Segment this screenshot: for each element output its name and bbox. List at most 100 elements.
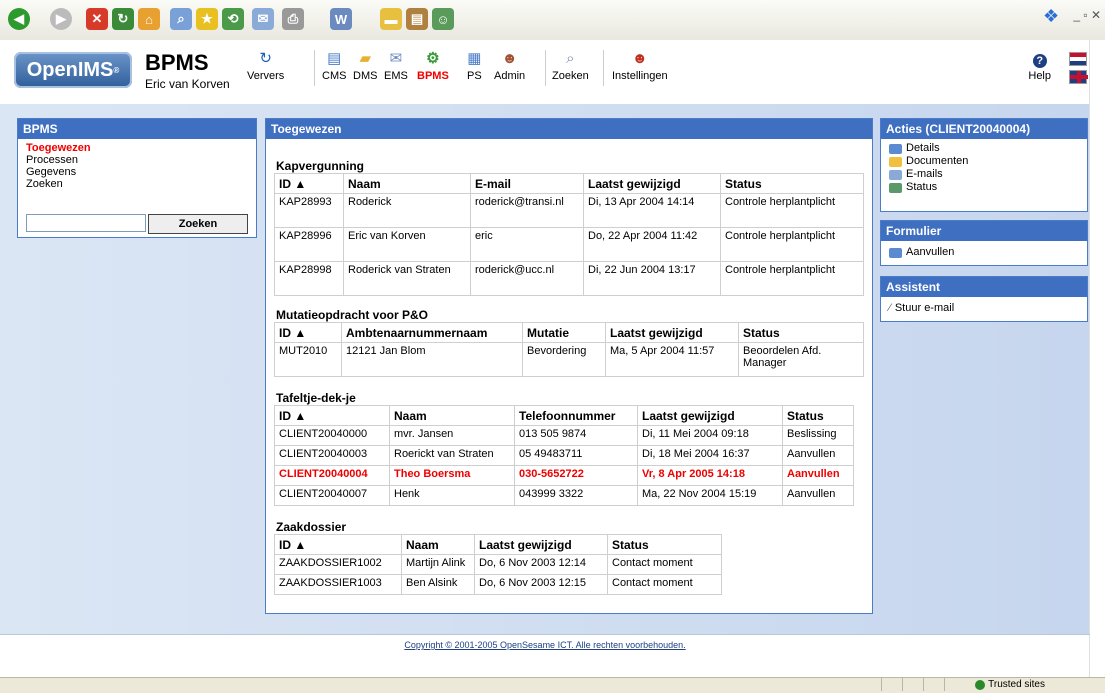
status-panels bbox=[881, 678, 965, 693]
table-row[interactable]: KAP28998 Roderick van Straten roderick@u… bbox=[274, 261, 864, 296]
table-row[interactable]: CLIENT20040000 mvr. Jansen 013 505 9874 … bbox=[274, 425, 854, 446]
column-header-laatst-gewijzigd[interactable]: Laatst gewijzigd bbox=[474, 534, 608, 555]
column-header-naam[interactable]: Naam bbox=[401, 534, 475, 555]
column-header-laatst-gewijzigd[interactable]: Laatst gewijzigd bbox=[637, 405, 783, 426]
kapvergunning-table: ID ▲ Naam E-mail Laatst gewijzigd Status… bbox=[274, 173, 864, 296]
toolbar-admin[interactable]: ☻ Admin bbox=[494, 50, 525, 82]
print-icon[interactable]: ⎙ bbox=[282, 8, 304, 30]
column-header-naam[interactable]: Naam bbox=[389, 405, 515, 426]
action-stuur-email[interactable]: ⁄ Stuur e-mail bbox=[881, 302, 1087, 315]
scrollbar[interactable] bbox=[1089, 40, 1105, 680]
cell-naam: Roerickt van Straten bbox=[389, 445, 515, 466]
window-controls-icon[interactable]: _ ▫ ✕ bbox=[1073, 8, 1101, 22]
current-user: Eric van Korven bbox=[145, 77, 230, 91]
sidebar-item-gegevens[interactable]: Gegevens bbox=[18, 166, 256, 178]
uk-flag-icon[interactable] bbox=[1069, 70, 1088, 84]
cms-icon: ▤ bbox=[327, 50, 342, 67]
refresh-page-icon[interactable]: ↻ bbox=[112, 8, 134, 30]
toolbar-ps[interactable]: ▦ PS bbox=[467, 50, 482, 82]
ps-icon: ▦ bbox=[467, 50, 482, 67]
stop-icon[interactable]: ✕ bbox=[86, 8, 108, 30]
column-header-status[interactable]: Status bbox=[607, 534, 722, 555]
search-icon: ⌕ bbox=[566, 50, 575, 67]
cell-naam: Ben Alsink bbox=[401, 574, 475, 595]
column-header-id[interactable]: ID ▲ bbox=[274, 534, 402, 555]
table-row[interactable]: CLIENT20040007 Henk 043999 3322 Ma, 22 N… bbox=[274, 485, 854, 506]
formulier-panel: Formulier Aanvullen bbox=[880, 220, 1088, 266]
language-switch[interactable] bbox=[1069, 52, 1088, 84]
sidebar-item-toegewezen[interactable]: Toegewezen bbox=[18, 142, 256, 154]
cell-status: Contact moment bbox=[607, 554, 722, 575]
table-row[interactable]: ZAAKDOSSIER1003 Ben Alsink Do, 6 Nov 200… bbox=[274, 574, 722, 595]
cell-naam: Roderick bbox=[343, 193, 471, 228]
action-emails[interactable]: E-mails bbox=[881, 168, 1087, 181]
column-header-laatst-gewijzigd[interactable]: Laatst gewijzigd bbox=[583, 173, 721, 194]
action-aanvullen[interactable]: Aanvullen bbox=[881, 246, 1087, 259]
toolbar-instellingen[interactable]: ☻ Instellingen bbox=[612, 50, 668, 82]
action-status[interactable]: Status bbox=[881, 181, 1087, 194]
toolbar-dms[interactable]: ▰ DMS bbox=[353, 50, 377, 82]
cell-naam: Roderick van Straten bbox=[343, 261, 471, 296]
table-row[interactable]: ZAAKDOSSIER1002 Martijn Alink Do, 6 Nov … bbox=[274, 554, 722, 575]
toolbar-ververs[interactable]: ↻ Ververs bbox=[247, 50, 284, 82]
cell-telefoon: 013 505 9874 bbox=[514, 425, 638, 446]
mutatie-table: ID ▲ Ambtenaarnummernaam Mutatie Laatst … bbox=[274, 322, 864, 377]
action-details[interactable]: Details bbox=[881, 142, 1087, 155]
column-header-status[interactable]: Status bbox=[720, 173, 864, 194]
column-header-status[interactable]: Status bbox=[782, 405, 854, 426]
column-header-id[interactable]: ID ▲ bbox=[274, 322, 342, 343]
toolbar-zoeken[interactable]: ⌕ Zoeken bbox=[552, 50, 589, 82]
toolbar-bpms[interactable]: ⚙ BPMS bbox=[417, 50, 449, 82]
research-icon[interactable]: ▤ bbox=[406, 8, 428, 30]
favorites-icon[interactable]: ★ bbox=[196, 8, 218, 30]
refresh-icon: ↻ bbox=[259, 50, 272, 67]
status-panel bbox=[944, 678, 965, 691]
footer-copyright[interactable]: Copyright © 2001-2005 OpenSesame ICT. Al… bbox=[0, 640, 1090, 650]
magnifier-icon[interactable]: ⌕ bbox=[170, 8, 192, 30]
cell-ambtenaar: 12121 Jan Blom bbox=[341, 342, 523, 377]
table-row[interactable]: KAP28993 Roderick roderick@transi.nl Di,… bbox=[274, 193, 864, 228]
cell-date: Do, 22 Apr 2004 11:42 bbox=[583, 227, 721, 262]
home-icon[interactable]: ⌂ bbox=[138, 8, 160, 30]
help-button[interactable]: ? Help bbox=[1028, 54, 1051, 82]
cell-naam: Theo Boersma bbox=[389, 465, 515, 486]
cell-telefoon: 05 49483711 bbox=[514, 445, 638, 466]
column-header-naam[interactable]: Naam bbox=[343, 173, 471, 194]
sidebar-item-zoeken[interactable]: Zoeken bbox=[18, 178, 256, 190]
column-header-email[interactable]: E-mail bbox=[470, 173, 584, 194]
toolbar-ems[interactable]: ✉ EMS bbox=[384, 50, 408, 82]
status-panel bbox=[881, 678, 902, 691]
dutch-flag-icon[interactable] bbox=[1069, 52, 1087, 66]
table-row[interactable]: KAP28996 Eric van Korven eric Do, 22 Apr… bbox=[274, 227, 864, 262]
column-header-telefoonnummer[interactable]: Telefoonnummer bbox=[514, 405, 638, 426]
column-header-id[interactable]: ID ▲ bbox=[274, 405, 390, 426]
column-header-mutatie[interactable]: Mutatie bbox=[522, 322, 606, 343]
history-icon[interactable]: ⟲ bbox=[222, 8, 244, 30]
messenger-icon[interactable]: ☺ bbox=[432, 8, 454, 30]
sidebar-item-processen[interactable]: Processen bbox=[18, 154, 256, 166]
cell-date: Di, 22 Jun 2004 13:17 bbox=[583, 261, 721, 296]
table-row[interactable]: MUT2010 12121 Jan Blom Bevordering Ma, 5… bbox=[274, 342, 864, 377]
column-header-laatst-gewijzigd[interactable]: Laatst gewijzigd bbox=[605, 322, 739, 343]
section-title: Tafeltje-dek-je bbox=[276, 391, 356, 405]
action-documenten[interactable]: Documenten bbox=[881, 155, 1087, 168]
search-button[interactable]: Zoeken bbox=[148, 214, 248, 234]
toolbar-cms[interactable]: ▤ CMS bbox=[322, 50, 346, 82]
app-header: OpenIMS ® BPMS Eric van Korven ↻ Ververs … bbox=[0, 40, 1105, 104]
back-icon[interactable]: ◀ bbox=[8, 8, 30, 30]
toolbar-divider bbox=[545, 50, 546, 86]
table-row[interactable]: CLIENT20040003 Roerickt van Straten 05 4… bbox=[274, 445, 854, 466]
search-input[interactable] bbox=[26, 214, 146, 232]
edit-icon[interactable]: W bbox=[330, 8, 352, 30]
cell-id: KAP28993 bbox=[274, 193, 344, 228]
table-row-selected[interactable]: CLIENT20040004 Theo Boersma 030-5652722 … bbox=[274, 465, 854, 486]
column-header-status[interactable]: Status bbox=[738, 322, 864, 343]
forward-icon[interactable]: ▶ bbox=[50, 8, 72, 30]
column-header-id[interactable]: ID ▲ bbox=[274, 173, 344, 194]
folder-toolbar-icon[interactable]: ▬ bbox=[380, 8, 402, 30]
cell-id: MUT2010 bbox=[274, 342, 342, 377]
cell-id: KAP28996 bbox=[274, 227, 344, 262]
column-header-ambtenaarnummernaam[interactable]: Ambtenaarnummernaam bbox=[341, 322, 523, 343]
mail-icon[interactable]: ✉ bbox=[252, 8, 274, 30]
openims-logo[interactable]: OpenIMS ® bbox=[14, 52, 132, 88]
